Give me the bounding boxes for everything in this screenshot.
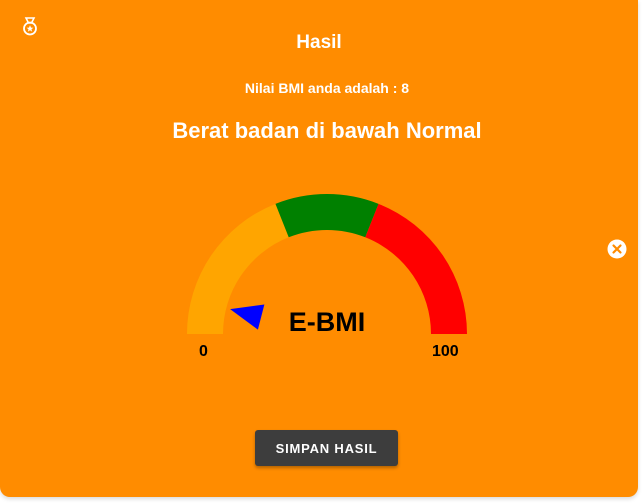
bmi-value-text: Nilai BMI anda adalah : 8	[244, 80, 410, 96]
save-result-button[interactable]: SIMPAN HASIL	[255, 430, 398, 466]
bmi-category: Berat badan di bawah Normal	[172, 118, 482, 143]
result-dialog: Hasil Nilai BMI anda adalah : 8 Berat ba…	[0, 0, 638, 497]
close-icon[interactable]	[607, 239, 627, 259]
gauge-min-label: 0	[199, 343, 208, 360]
gauge-segment-1	[275, 194, 379, 238]
gauge-needle	[230, 304, 265, 330]
gauge-center-label: E-BMI	[288, 307, 366, 337]
gauge-max-label: 100	[432, 343, 459, 360]
bmi-gauge	[187, 194, 467, 334]
gauge-segment-2	[365, 203, 467, 334]
dialog-title: Hasil	[296, 32, 342, 53]
